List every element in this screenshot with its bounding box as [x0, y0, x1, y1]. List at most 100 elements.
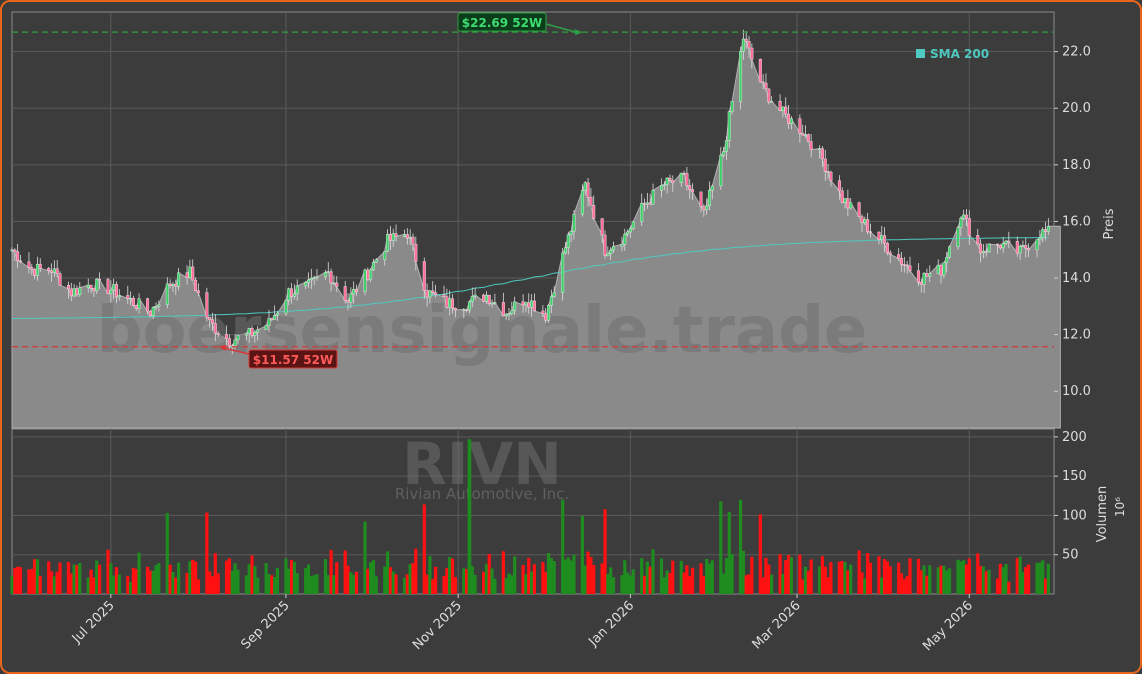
candle-body: [623, 233, 627, 245]
volume-bar: [264, 563, 268, 594]
price-tick-label: 18.0: [1062, 158, 1091, 173]
candle-body: [956, 227, 960, 248]
volume-bar: [13, 568, 17, 594]
candle-body: [369, 269, 373, 280]
candle-body: [823, 158, 827, 172]
volume-bar: [625, 572, 630, 594]
volume-bar: [902, 579, 906, 594]
volume-bar: [157, 563, 161, 594]
volume-bar: [405, 574, 409, 594]
volume-bar: [936, 567, 940, 594]
candle-body: [126, 295, 130, 299]
candle-body: [292, 293, 296, 297]
candle-body: [784, 106, 788, 115]
volume-bar: [177, 562, 181, 594]
volume-bar: [323, 559, 328, 594]
candle-body: [724, 140, 728, 152]
candle-body: [806, 134, 810, 142]
candle-body: [603, 234, 607, 256]
candle-body: [707, 190, 711, 207]
volume-bar: [95, 560, 99, 594]
volume-bar: [129, 581, 133, 594]
candle-body: [188, 266, 192, 278]
date-tick-label: Sep 2025: [238, 598, 292, 652]
candle-body: [967, 218, 971, 236]
candle-body: [787, 113, 791, 124]
volume-bar: [145, 566, 150, 594]
volume-bar: [1041, 560, 1045, 594]
candle-body: [719, 155, 723, 187]
candle-body: [939, 264, 943, 276]
legend-sma-label: SMA 200: [930, 47, 989, 61]
candle-body: [586, 182, 590, 198]
candle-body: [66, 285, 70, 290]
volume-bar: [758, 514, 762, 594]
volume-bar: [349, 572, 353, 594]
volume-bar: [784, 560, 788, 594]
volume-bar: [273, 576, 277, 594]
volume-bar: [939, 565, 943, 594]
candle-body: [445, 296, 449, 308]
candle-body: [778, 100, 782, 111]
candle-body: [329, 271, 333, 284]
candle-body: [532, 300, 536, 312]
candle-body: [422, 261, 426, 291]
candle-body: [1024, 245, 1028, 249]
candle-body: [945, 257, 949, 263]
candle-body: [411, 236, 415, 245]
candle-body: [665, 177, 669, 185]
candle-body: [682, 172, 686, 175]
volume-bar: [778, 554, 782, 594]
volume-bar: [312, 575, 316, 594]
volume-bar: [185, 572, 189, 594]
volume-bar: [47, 561, 51, 594]
volume-bar: [823, 566, 827, 594]
company-watermark: Rivian Automotive, Inc.: [395, 485, 569, 503]
candle-body: [868, 231, 872, 233]
volume-bar: [292, 561, 296, 594]
volume-bar: [309, 576, 313, 594]
volume-bar: [767, 564, 771, 594]
candle-body: [205, 292, 209, 318]
volume-bar: [453, 577, 457, 594]
candle-body: [922, 273, 926, 285]
volume-bar: [66, 562, 71, 594]
candle-body: [465, 309, 469, 311]
volume-bar: [1038, 562, 1042, 594]
volume-bar: [1001, 567, 1005, 594]
candle-body: [134, 305, 138, 309]
candle-body: [1035, 239, 1039, 251]
candle-body: [979, 243, 983, 254]
volume-bar: [213, 553, 217, 594]
candle-body: [829, 171, 833, 181]
candle-body: [366, 269, 370, 280]
volume-bar: [801, 579, 805, 594]
volume-bar: [846, 570, 850, 594]
date-tick-label: May 2026: [920, 598, 976, 654]
candle-body: [346, 300, 350, 303]
volume-bar: [863, 578, 867, 594]
volume-axis-label: Volumen: [1095, 486, 1110, 543]
volume-bar: [72, 564, 76, 594]
volume-bar: [741, 550, 745, 594]
volume-bar: [366, 568, 370, 594]
volume-bar: [750, 556, 754, 594]
candle-body: [267, 318, 271, 326]
candle-body: [109, 289, 113, 295]
candle-body: [213, 323, 217, 334]
volume-bar: [227, 558, 232, 594]
candle-body: [470, 296, 474, 302]
candle-body: [171, 283, 175, 286]
price-tick-label: 22.0: [1062, 45, 1091, 60]
candle-body: [600, 218, 604, 236]
volume-bar: [244, 575, 248, 594]
volume-bar: [998, 563, 1002, 594]
volume-bar: [304, 568, 308, 594]
candle-body: [386, 234, 390, 252]
volume-bar: [191, 559, 195, 594]
candle-body: [106, 279, 110, 295]
candle-body: [462, 309, 466, 311]
volume-bar: [267, 573, 271, 594]
date-tick-label: Jan 2026: [585, 598, 637, 650]
candle-body: [798, 118, 802, 134]
